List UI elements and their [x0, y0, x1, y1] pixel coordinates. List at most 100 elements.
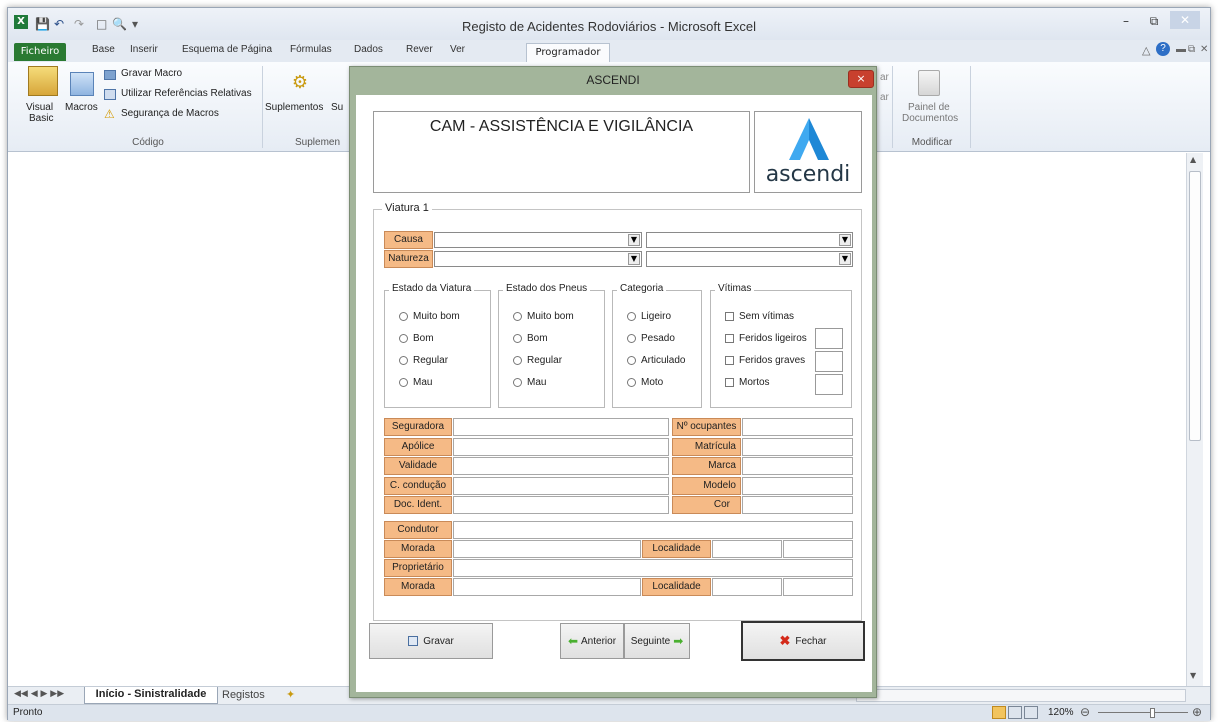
- driver-postal-field[interactable]: [783, 540, 853, 558]
- sheet-tab-records[interactable]: Registos: [222, 689, 265, 701]
- radio-icon[interactable]: [627, 356, 636, 365]
- tire-state-option[interactable]: Muito bom: [513, 311, 574, 322]
- macros-icon[interactable]: [70, 72, 94, 96]
- close-icon[interactable]: ✕: [1170, 11, 1200, 29]
- scroll-up-icon[interactable]: ▲: [1190, 155, 1196, 164]
- zoom-out-icon[interactable]: ⊖: [1080, 705, 1090, 719]
- zoom-slider[interactable]: [1098, 712, 1188, 713]
- visual-basic-label-1[interactable]: Visual: [26, 102, 53, 113]
- radio-icon[interactable]: [627, 378, 636, 387]
- restore-icon[interactable]: ⧉: [1142, 12, 1166, 32]
- horizontal-scrollbar[interactable]: [856, 689, 1186, 702]
- victims-option[interactable]: Feridos ligeiros: [725, 333, 807, 344]
- severe-injured-count-field[interactable]: [815, 351, 843, 372]
- chevron-down-icon[interactable]: ▼: [628, 234, 640, 246]
- minimize-icon[interactable]: –: [1114, 12, 1138, 32]
- visual-basic-label-2[interactable]: Basic: [29, 113, 53, 124]
- driver-locality-field[interactable]: [712, 540, 782, 558]
- page-break-view-icon[interactable]: [1024, 706, 1038, 719]
- ribbon-collapse-icon[interactable]: △: [1142, 44, 1150, 57]
- visual-basic-icon[interactable]: [28, 66, 58, 96]
- vertical-scrollbar[interactable]: ▲ ▼: [1186, 153, 1203, 686]
- normal-view-icon[interactable]: [992, 706, 1006, 719]
- brand-field[interactable]: [742, 457, 853, 475]
- category-option[interactable]: Pesado: [627, 333, 675, 344]
- radio-icon[interactable]: [513, 334, 522, 343]
- occupants-field[interactable]: [742, 418, 853, 436]
- restore-workbook-icon[interactable]: ⧉: [1188, 44, 1195, 55]
- radio-icon[interactable]: [399, 356, 408, 365]
- next-button[interactable]: Seguinte ➡: [624, 623, 690, 659]
- owner-locality-field[interactable]: [712, 578, 782, 596]
- color-field[interactable]: [742, 496, 853, 514]
- dialog-close-button[interactable]: ×: [848, 70, 874, 88]
- sheet-tab-home[interactable]: Início - Sinistralidade: [84, 687, 218, 704]
- victims-option[interactable]: Feridos graves: [725, 355, 805, 366]
- validity-field[interactable]: [453, 457, 669, 475]
- help-icon[interactable]: ?: [1156, 42, 1170, 56]
- model-field[interactable]: [742, 477, 853, 495]
- deaths-count-field[interactable]: [815, 374, 843, 395]
- tire-state-option[interactable]: Mau: [513, 377, 546, 388]
- tab-page-layout[interactable]: Esquema de Página: [182, 44, 272, 55]
- document-panel-label-2[interactable]: Documentos: [902, 113, 958, 124]
- insurer-field[interactable]: [453, 418, 669, 436]
- macros-label[interactable]: Macros: [65, 102, 98, 113]
- plate-field[interactable]: [742, 438, 853, 456]
- scroll-down-icon[interactable]: ▼: [1190, 671, 1196, 680]
- insert-sheet-icon[interactable]: ✦: [286, 688, 295, 701]
- chevron-down-icon[interactable]: ▼: [839, 253, 851, 265]
- radio-icon[interactable]: [399, 334, 408, 343]
- nature-select-2[interactable]: ▼: [646, 251, 853, 267]
- victims-option[interactable]: Sem vítimas: [725, 311, 794, 322]
- vehicle-state-option[interactable]: Bom: [399, 333, 434, 344]
- tab-file[interactable]: Ficheiro: [14, 43, 66, 61]
- zoom-slider-thumb[interactable]: [1150, 708, 1155, 718]
- radio-icon[interactable]: [399, 378, 408, 387]
- owner-field[interactable]: [453, 559, 853, 577]
- checkbox-icon[interactable]: [725, 334, 734, 343]
- id-document-field[interactable]: [453, 496, 669, 514]
- vehicle-state-option[interactable]: Regular: [399, 355, 448, 366]
- tire-state-option[interactable]: Bom: [513, 333, 548, 344]
- owner-address-field[interactable]: [453, 578, 641, 596]
- tab-insert[interactable]: Inserir: [130, 44, 158, 55]
- sheet-navigation-icons[interactable]: ◀◀ ◀ ▶ ▶▶: [14, 689, 64, 699]
- chevron-down-icon[interactable]: ▼: [839, 234, 851, 246]
- document-panel-icon[interactable]: [918, 70, 940, 96]
- document-panel-label-1[interactable]: Painel de: [908, 102, 950, 113]
- radio-icon[interactable]: [627, 312, 636, 321]
- macro-security-label[interactable]: Segurança de Macros: [121, 108, 219, 119]
- category-option[interactable]: Moto: [627, 377, 663, 388]
- nature-select-1[interactable]: ▼: [434, 251, 642, 267]
- addins-gear-icon[interactable]: ⚙: [290, 72, 310, 93]
- tab-data[interactable]: Dados: [354, 44, 383, 55]
- record-macro-icon[interactable]: [104, 70, 116, 80]
- driving-license-field[interactable]: [453, 477, 669, 495]
- zoom-in-icon[interactable]: ⊕: [1192, 705, 1202, 719]
- cause-select-2[interactable]: ▼: [646, 232, 853, 248]
- close-workbook-icon[interactable]: ✕: [1200, 44, 1208, 55]
- category-option[interactable]: Ligeiro: [627, 311, 671, 322]
- tab-formulas[interactable]: Fórmulas: [290, 44, 332, 55]
- light-injured-count-field[interactable]: [815, 328, 843, 349]
- radio-icon[interactable]: [399, 312, 408, 321]
- checkbox-icon[interactable]: [725, 356, 734, 365]
- record-macro-label[interactable]: Gravar Macro: [121, 68, 182, 79]
- relative-references-icon[interactable]: [104, 89, 116, 100]
- owner-postal-field[interactable]: [783, 578, 853, 596]
- radio-icon[interactable]: [513, 378, 522, 387]
- chevron-down-icon[interactable]: ▼: [628, 253, 640, 265]
- addins-cut-label[interactable]: Su: [331, 102, 343, 113]
- policy-field[interactable]: [453, 438, 669, 456]
- save-button[interactable]: Gravar: [369, 623, 493, 659]
- tab-developer[interactable]: Programador: [526, 43, 610, 62]
- minimize-workbook-icon[interactable]: ▬: [1176, 44, 1186, 55]
- close-button[interactable]: ✖ Fechar: [741, 621, 865, 661]
- relative-references-label[interactable]: Utilizar Referências Relativas: [121, 88, 252, 99]
- tab-home[interactable]: Base: [92, 44, 115, 55]
- tab-view[interactable]: Ver: [450, 44, 465, 55]
- victims-option[interactable]: Mortos: [725, 377, 770, 388]
- zoom-level[interactable]: 120%: [1048, 707, 1074, 718]
- driver-field[interactable]: [453, 521, 853, 539]
